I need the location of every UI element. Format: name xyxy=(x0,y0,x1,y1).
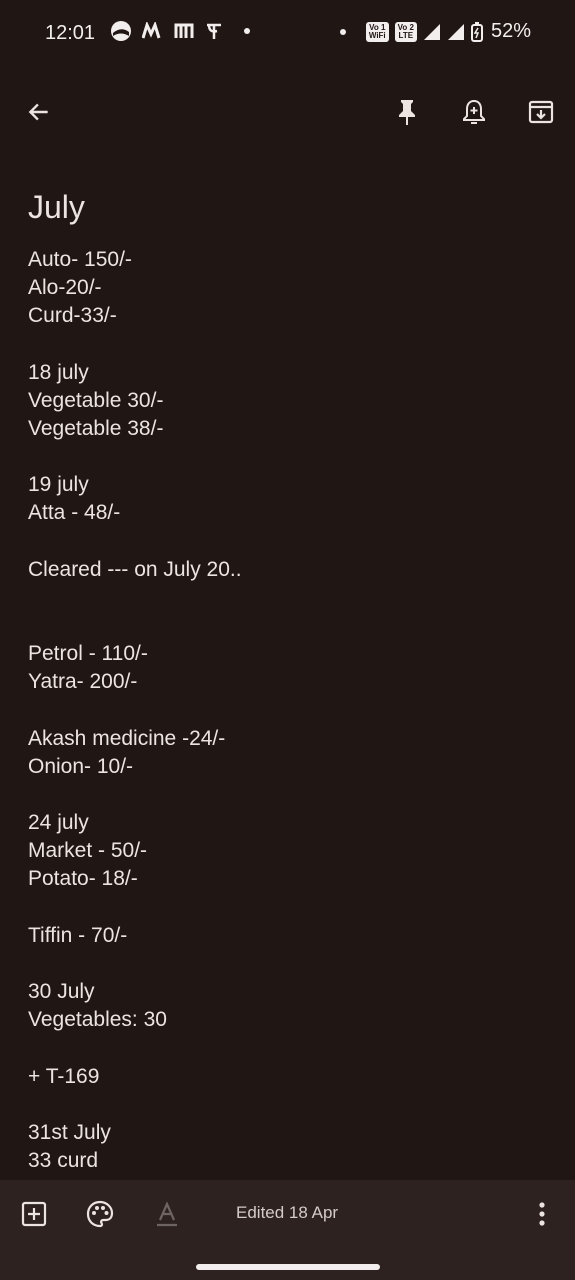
back-button[interactable] xyxy=(19,92,59,132)
note-body[interactable]: Auto- 150/- Alo-20/- Curd-33/- 18 july V… xyxy=(28,246,548,1175)
archive-button[interactable] xyxy=(521,92,561,132)
reminder-bell-icon xyxy=(463,99,485,124)
back-arrow-icon xyxy=(28,103,48,121)
m-app-icon-2 xyxy=(174,23,194,38)
add-box-icon xyxy=(21,1201,47,1227)
reminder-button[interactable] xyxy=(454,92,494,132)
gesture-nav-handle[interactable] xyxy=(196,1264,380,1270)
pin-icon xyxy=(399,100,415,125)
bottom-bar: Edited 18 Apr xyxy=(0,1180,575,1280)
add-content-button[interactable] xyxy=(14,1194,54,1234)
palette-icon xyxy=(86,1200,114,1228)
status-bar: 12:01 Vo 1 WiFi Vo 2 LTE 52% xyxy=(0,0,575,68)
text-format-icon xyxy=(157,1201,177,1227)
browser-icon xyxy=(111,21,131,41)
wifi-calling-badge: Vo 1 WiFi xyxy=(365,21,389,42)
signal-roaming-icon xyxy=(447,23,464,40)
edited-timestamp: Edited 18 Apr xyxy=(236,1203,339,1222)
phonepe-icon xyxy=(207,23,221,39)
status-notification-icons xyxy=(110,20,250,42)
text-format-button[interactable] xyxy=(147,1194,187,1234)
dot xyxy=(339,28,346,35)
more-options-button[interactable] xyxy=(522,1194,562,1234)
battery-percentage: 52% xyxy=(490,20,531,42)
archive-icon xyxy=(528,100,554,124)
status-system-icons: Vo 1 WiFi Vo 2 LTE 52% xyxy=(339,20,531,43)
pin-button[interactable] xyxy=(387,92,427,132)
note-toolbar xyxy=(0,80,575,144)
status-time: 12:01 xyxy=(45,22,96,44)
m-app-icon xyxy=(142,22,161,39)
signal-icon xyxy=(423,23,440,40)
lte-badge: Vo 2 LTE xyxy=(394,21,417,42)
background-color-button[interactable] xyxy=(80,1194,120,1234)
note-editor: July Auto- 150/- Alo-20/- Curd-33/- 18 j… xyxy=(28,180,548,1175)
note-title[interactable]: July xyxy=(28,180,548,234)
battery-charging-icon xyxy=(470,21,483,42)
notification-dot xyxy=(244,28,250,34)
more-vert-icon xyxy=(539,1202,545,1226)
